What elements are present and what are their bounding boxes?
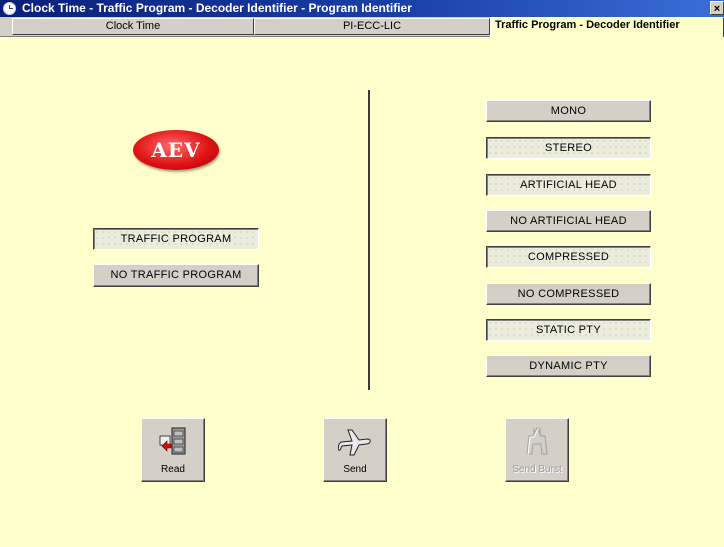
mono-option[interactable]: MONO: [486, 100, 651, 122]
read-button[interactable]: Read: [141, 418, 205, 482]
send-burst-button[interactable]: Send Burst: [505, 418, 569, 482]
tab-traffic-program-decoder-identifier[interactable]: Traffic Program - Decoder Identifier: [490, 17, 724, 37]
tab-clock-time[interactable]: Clock Time: [12, 18, 254, 35]
send-burst-icon: [526, 426, 548, 456]
send-button[interactable]: Send: [323, 418, 387, 482]
title-bar: Clock Time - Traffic Program - Decoder I…: [0, 0, 724, 17]
artificial-head-option[interactable]: ARTIFICIAL HEAD: [486, 174, 651, 196]
tab-strip: Clock Time PI-ECC-LIC Traffic Program - …: [0, 17, 724, 37]
app-window: Clock Time - Traffic Program - Decoder I…: [0, 0, 724, 547]
close-button[interactable]: ×: [710, 1, 724, 15]
read-button-label: Read: [161, 464, 185, 475]
read-icon: [159, 427, 186, 455]
static-pty-option[interactable]: STATIC PTY: [486, 319, 651, 341]
traffic-program-option[interactable]: TRAFFIC PROGRAM: [93, 228, 259, 250]
send-burst-button-label: Send Burst: [512, 464, 562, 475]
stereo-option[interactable]: STEREO: [486, 137, 651, 159]
no-compressed-option[interactable]: NO COMPRESSED: [486, 283, 651, 305]
aev-logo: AEV: [133, 130, 219, 170]
dynamic-pty-option[interactable]: DYNAMIC PTY: [486, 355, 651, 377]
window-title: Clock Time - Traffic Program - Decoder I…: [22, 1, 412, 15]
airplane-icon: [338, 429, 371, 456]
divider: [368, 90, 370, 390]
tab-pi-ecc-lic[interactable]: PI-ECC-LIC: [254, 18, 490, 35]
clock-icon: [3, 2, 16, 15]
compressed-option[interactable]: COMPRESSED: [486, 246, 651, 268]
no-traffic-program-option[interactable]: NO TRAFFIC PROGRAM: [93, 264, 259, 287]
send-button-label: Send: [343, 464, 367, 475]
no-artificial-head-option[interactable]: NO ARTIFICIAL HEAD: [486, 210, 651, 232]
